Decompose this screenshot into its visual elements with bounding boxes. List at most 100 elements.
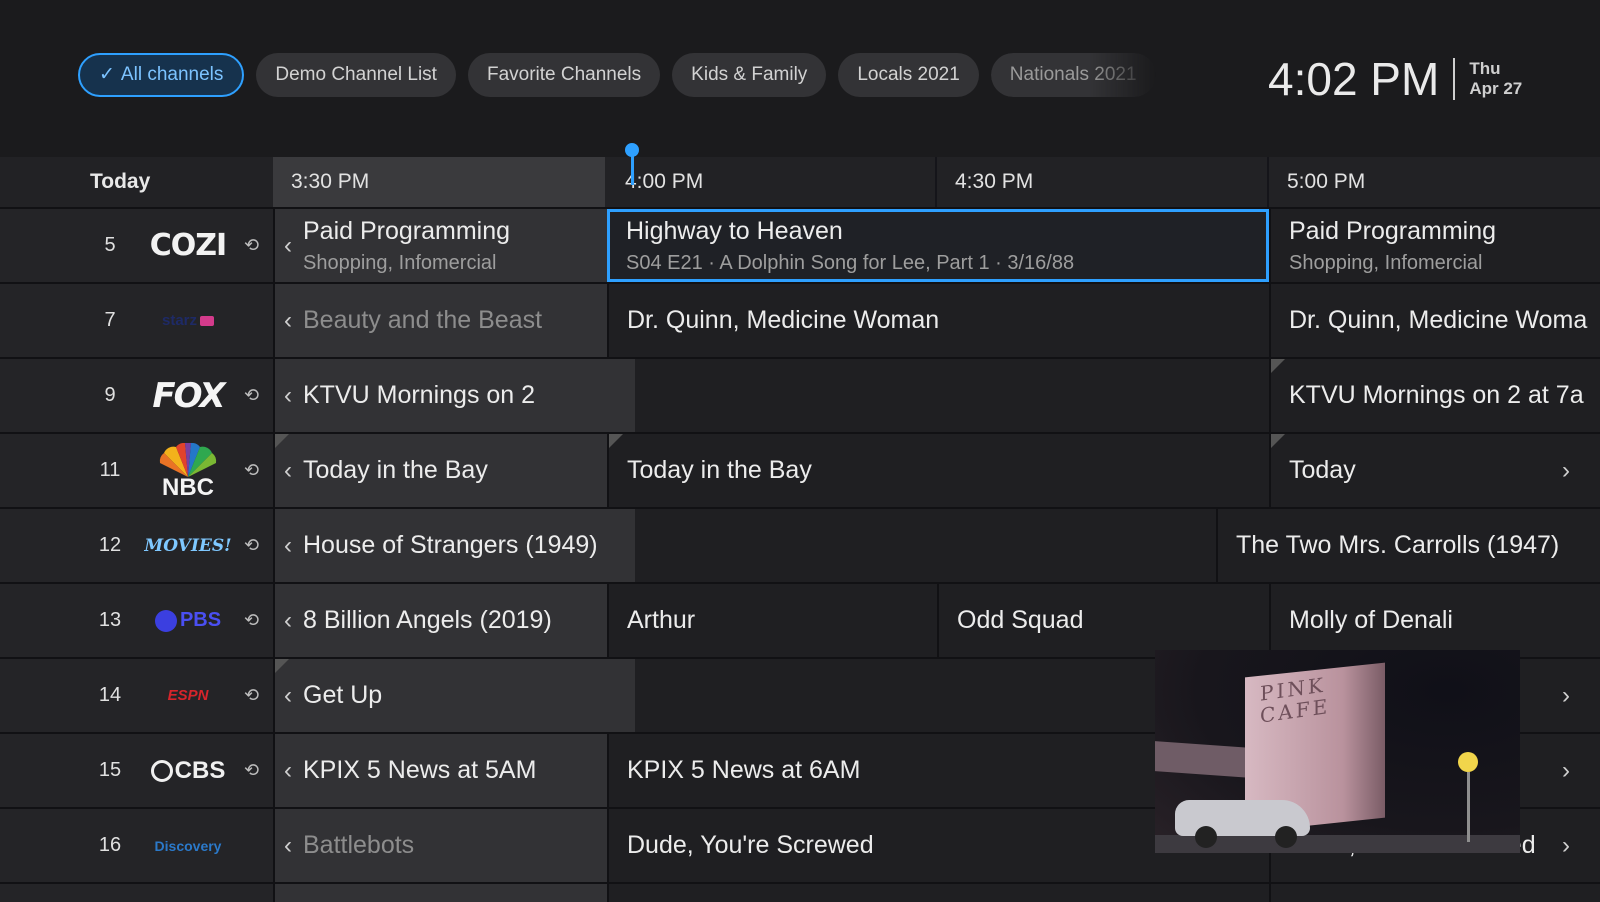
time-slot-430: 4:30 PM	[955, 170, 1034, 193]
filter-chip-demo-channel-list[interactable]: Demo Channel List	[256, 53, 456, 97]
new-episode-marker	[275, 659, 289, 673]
channel-logo-discovery: Discovery	[154, 837, 222, 854]
channel-filter-bar: ✓ All channels Demo Channel List Favorite C…	[78, 53, 1206, 99]
program-cell	[273, 884, 607, 902]
channel-logo-cbs: CBS	[150, 734, 226, 807]
program-cell[interactable]: ‹ Battlebots	[273, 809, 607, 882]
channel-info[interactable]: 14 ESPN ⟲	[0, 659, 273, 732]
chevron-left-icon: ‹	[284, 381, 292, 409]
program-cell[interactable]: ‹ KPIX 5 News at 5AM	[273, 734, 607, 807]
pbs-head-icon	[154, 609, 177, 632]
check-icon: ✓	[99, 64, 115, 85]
program-cell[interactable]: ‹ 8 Billion Angels (2019)	[273, 584, 607, 657]
new-episode-marker	[1271, 359, 1285, 373]
logo-badge	[200, 315, 215, 326]
channel-row: 5 COZI ⟲ ‹ Paid Programming Shopping, In…	[0, 207, 1600, 282]
program-cell[interactable]: Odd Squad	[937, 584, 1269, 657]
channel-number: 12	[98, 534, 122, 556]
channel-row: 7 starz ‹ Beauty and the Beast Dr. Quinn…	[0, 282, 1600, 357]
program-cell[interactable]: ‹ House of Strangers (1949)	[273, 509, 1216, 582]
filter-chip-kids-family[interactable]: Kids & Family	[672, 53, 827, 97]
channel-logo-movies: MOVIES!	[144, 535, 232, 556]
program-cell[interactable]: ‹ Today in the Bay	[273, 434, 607, 507]
program-cell[interactable]: Dr. Quinn, Medicine Woma	[1269, 284, 1600, 357]
program-cell[interactable]: The Two Mrs. Carrolls (1947)	[1216, 509, 1600, 582]
record-icon: ⟲	[244, 535, 260, 555]
channel-number: 9	[104, 384, 116, 406]
channel-info[interactable]: 11 NBC ⟲	[0, 434, 273, 507]
new-episode-marker	[275, 434, 289, 448]
chevron-right-icon: ›	[1562, 681, 1570, 709]
peacock-icon	[159, 442, 217, 477]
channel-number: 13	[98, 609, 122, 631]
channel-info[interactable]: 13 PBS ⟲	[0, 584, 273, 657]
chevron-left-icon: ‹	[284, 531, 292, 559]
channel-info[interactable]: 16 Discovery	[0, 809, 273, 882]
filter-chip-nationals-2021[interactable]: Nationals 2021	[990, 53, 1156, 97]
program-cell[interactable]: ‹ Paid Programming Shopping, Infomercial	[273, 209, 607, 282]
preview-wheel	[1275, 826, 1297, 848]
channel-info[interactable]: 7 starz	[0, 284, 273, 357]
channel-row: 11 NBC ⟲ ‹ Today in the Bay Today in the…	[0, 432, 1600, 507]
time-slot-330: 3:30 PM	[273, 157, 605, 207]
program-cell	[607, 884, 1269, 902]
channel-number: 14	[98, 684, 122, 706]
chevron-left-icon: ‹	[284, 756, 292, 784]
chevron-left-icon: ‹	[284, 606, 292, 634]
channel-row: 9 FOX ⟲ ‹ KTVU Mornings on 2 KTVU Mornin…	[0, 357, 1600, 432]
program-cell[interactable]: Dr. Quinn, Medicine Woman	[607, 284, 1269, 357]
channel-logo-pbs: PBS	[150, 584, 226, 657]
program-cell-selected[interactable]: Highway to Heaven S04 E21 · A Dolphin So…	[607, 209, 1269, 282]
filter-chip-locals-2021[interactable]: Locals 2021	[838, 53, 979, 97]
chevron-left-icon: ‹	[284, 456, 292, 484]
program-cell[interactable]: Today in the Bay	[607, 434, 1269, 507]
channel-logo-fox: FOX	[152, 375, 225, 416]
program-cell[interactable]: Today ›	[1269, 434, 1600, 507]
channel-info[interactable]: 12 MOVIES! ⟲	[0, 509, 273, 582]
preview-lamp-pole	[1467, 772, 1470, 842]
record-icon: ⟲	[244, 460, 260, 480]
chevron-right-icon: ›	[1562, 756, 1570, 784]
filter-chip-all-channels[interactable]: ✓ All channels	[78, 53, 245, 97]
record-icon: ⟲	[244, 610, 260, 630]
channel-row-partial	[0, 882, 1600, 902]
program-cell[interactable]: Molly of Denali	[1269, 584, 1600, 657]
chevron-left-icon: ‹	[284, 831, 292, 859]
program-cell	[1269, 884, 1600, 902]
cbs-eye-icon	[150, 759, 173, 782]
time-slot-400: 4:00 PM	[625, 170, 704, 193]
program-cell[interactable]: Paid Programming Shopping, Infomercial	[1269, 209, 1600, 282]
current-date: Thu Apr 27	[1469, 59, 1522, 99]
channel-info[interactable]: 15 CBS ⟲	[0, 734, 273, 807]
chevron-left-icon: ‹	[284, 681, 292, 709]
program-cell[interactable]: ‹ Beauty and the Beast	[273, 284, 607, 357]
live-preview-video[interactable]: PINK CAFE	[1155, 650, 1520, 853]
timeline-header: Today 3:30 PM 4:00 PM 4:30 PM 5:00 PM	[0, 157, 1600, 207]
program-cell[interactable]: ‹ KTVU Mornings on 2	[273, 359, 1269, 432]
current-day: Thu	[1469, 59, 1501, 78]
current-time: 4:02 PM	[1268, 53, 1440, 105]
chevron-right-icon: ›	[1562, 831, 1570, 859]
channel-row: 13 PBS ⟲ ‹ 8 Billion Angels (2019) Arthu…	[0, 582, 1600, 657]
channel-logo-espn: ESPN	[167, 687, 209, 704]
record-icon: ⟲	[244, 760, 260, 780]
program-cell[interactable]: Arthur	[607, 584, 937, 657]
program-cell[interactable]: KTVU Mornings on 2 at 7a	[1269, 359, 1600, 432]
time-slot-500: 5:00 PM	[1287, 170, 1366, 193]
now-indicator-line	[631, 155, 634, 185]
channel-logo-starz: starz	[150, 284, 226, 357]
filter-chip-favorite-channels[interactable]: Favorite Channels	[467, 53, 661, 97]
new-episode-marker	[609, 434, 623, 448]
preview-wheel	[1195, 826, 1217, 848]
chevron-right-icon: ›	[1562, 456, 1570, 484]
channel-number: 15	[98, 759, 122, 781]
record-icon: ⟲	[244, 235, 260, 255]
channel-info[interactable]: 5 COZI ⟲	[0, 209, 273, 282]
channel-number: 11	[99, 459, 121, 481]
clock-divider	[1453, 58, 1456, 100]
channel-info[interactable]: 9 FOX ⟲	[0, 359, 273, 432]
current-date-text: Apr 27	[1469, 79, 1523, 98]
channel-logo-cozi: COZI	[149, 228, 227, 263]
channel-number: 16	[98, 834, 122, 856]
day-label: Today	[90, 170, 151, 193]
